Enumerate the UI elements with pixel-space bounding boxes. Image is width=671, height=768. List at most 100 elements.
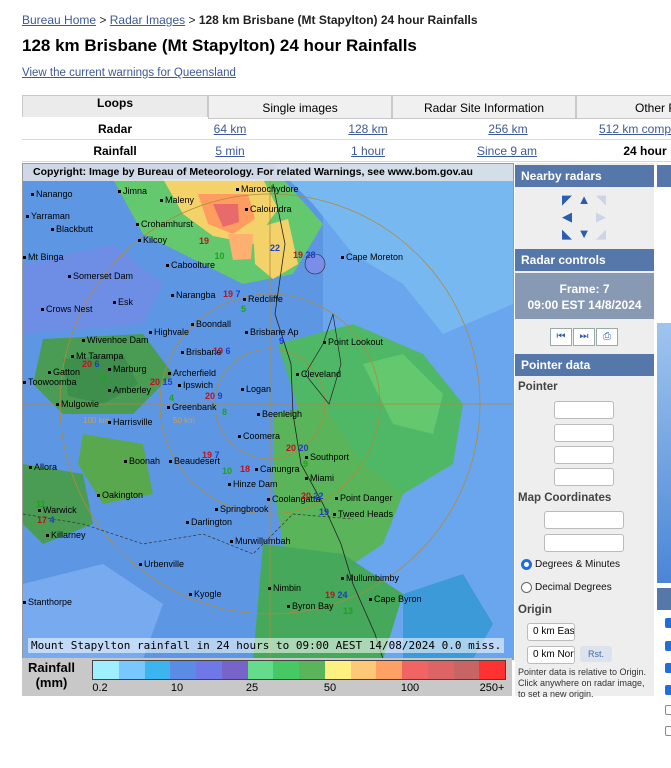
obs-marker: 0 bbox=[101, 374, 107, 384]
place-label: Mt Binga bbox=[23, 252, 64, 262]
obs-marker: 20 9 bbox=[205, 391, 223, 401]
rainfall-5min-link[interactable]: 5 min bbox=[208, 140, 252, 162]
pointer-field bbox=[554, 446, 614, 464]
place-label: Boondall bbox=[191, 319, 231, 329]
obs-marker: 4 bbox=[169, 393, 175, 403]
print-icon[interactable]: ⎙ bbox=[596, 328, 618, 346]
place-label: Tweed Heads bbox=[333, 509, 393, 519]
place-label: Nimbin bbox=[268, 583, 301, 593]
legend-tick: 100 bbox=[400, 682, 420, 694]
rainfall-since9am-link[interactable]: Since 9 am bbox=[474, 140, 540, 162]
place-label: Harrisville bbox=[108, 417, 153, 427]
place-label: Cleveland bbox=[296, 369, 341, 379]
pointer-field bbox=[554, 401, 614, 419]
arrow-east-icon: ▶ bbox=[596, 209, 606, 224]
radar-row-label: Radar bbox=[97, 122, 132, 136]
rainfall-row-label: Rainfall bbox=[93, 144, 137, 158]
place-label: Somerset Dam bbox=[68, 271, 133, 281]
radar-128km-link[interactable]: 128 km bbox=[342, 118, 394, 140]
degrees-minutes-radio[interactable]: Degrees & Minutes bbox=[521, 559, 620, 570]
origin-north-field[interactable]: 0 km North bbox=[527, 646, 575, 664]
legend-tick: 50 bbox=[323, 682, 337, 694]
clipped-checkbox[interactable] bbox=[665, 618, 671, 628]
arrow-northwest-icon[interactable]: ◤ bbox=[560, 193, 574, 207]
legend-color-swatch bbox=[324, 661, 351, 679]
tab-radar-site-information[interactable]: Radar Site Information bbox=[392, 95, 576, 119]
map-coordinates-label: Map Coordinates bbox=[518, 492, 612, 504]
obs-marker: 10 bbox=[222, 466, 233, 476]
obs-marker: 22 bbox=[270, 243, 281, 253]
radar-256km-link[interactable]: 256 km bbox=[482, 118, 534, 140]
obs-marker: 19 bbox=[319, 507, 330, 517]
place-label: Narangba bbox=[171, 290, 216, 300]
next-frame-icon[interactable]: ⏭ bbox=[573, 328, 595, 346]
obs-marker: 9 bbox=[279, 336, 285, 346]
place-label: Crohamhurst bbox=[136, 219, 193, 229]
legend-color-swatch bbox=[170, 661, 196, 679]
warnings-link[interactable]: View the current warnings for Queensland bbox=[22, 67, 236, 79]
clipped-checkbox[interactable] bbox=[665, 663, 671, 673]
place-label: Byron Bay bbox=[287, 601, 334, 611]
clipped-checkbox[interactable] bbox=[665, 685, 671, 695]
radar-image[interactable]: Copyright: Image by Bureau of Meteorolog… bbox=[22, 163, 514, 660]
radar-range-row: Radar 64 km 128 km 256 km 512 km compo bbox=[22, 118, 671, 140]
view-tabs: Loops Single images Radar Site Informati… bbox=[22, 95, 671, 119]
map-copyright: Copyright: Image by Bureau of Meteorolog… bbox=[23, 164, 513, 181]
rainfall-24hour-selected: 24 hour bbox=[623, 144, 667, 158]
origin-east-field[interactable]: 0 km East bbox=[527, 623, 575, 641]
breadcrumb-home-link[interactable]: Bureau Home bbox=[22, 13, 96, 27]
legend-color-swatch bbox=[221, 661, 248, 679]
pointer-data-panel: Pointer data bbox=[515, 354, 654, 376]
breadcrumb-separator: > bbox=[99, 13, 107, 27]
radar-controls-header: Radar controls bbox=[515, 249, 654, 271]
place-label: Ipswich bbox=[178, 380, 213, 390]
rainfall-1hour-link[interactable]: 1 hour bbox=[342, 140, 394, 162]
place-label: Crows Nest bbox=[41, 304, 93, 314]
breadcrumb: Bureau Home > Radar Images > 128 km Bris… bbox=[22, 13, 478, 27]
place-label: Caloundra bbox=[245, 204, 292, 214]
tab-loops[interactable]: Loops bbox=[22, 95, 208, 117]
radar-512km-link[interactable]: 512 km compo bbox=[599, 118, 671, 140]
obs-marker: 17 4 bbox=[37, 515, 55, 525]
pointer-field bbox=[554, 468, 614, 486]
legend-color-swatch bbox=[144, 661, 171, 679]
radar-64km-link[interactable]: 64 km bbox=[208, 118, 252, 140]
tab-other[interactable]: Other R bbox=[576, 95, 671, 119]
tab-single-images[interactable]: Single images bbox=[208, 95, 392, 119]
map-caption: Mount Stapylton rainfall in 24 hours to … bbox=[28, 638, 505, 653]
decimal-degrees-radio[interactable]: Decimal Degrees bbox=[521, 582, 612, 593]
clipped-panel-header bbox=[657, 165, 671, 187]
clipped-checkbox[interactable] bbox=[665, 726, 671, 736]
breadcrumb-radar-images-link[interactable]: Radar Images bbox=[110, 13, 185, 27]
place-label: Allora bbox=[29, 462, 57, 472]
arrow-north-icon[interactable]: ▲ bbox=[577, 193, 591, 207]
reset-origin-button[interactable]: Rst. bbox=[580, 646, 612, 662]
arrow-southwest-icon[interactable]: ◣ bbox=[560, 227, 574, 241]
legend-color-swatch bbox=[273, 661, 299, 679]
previous-frame-icon[interactable]: ⏮ bbox=[550, 328, 572, 346]
legend-tick: 250+ bbox=[479, 682, 505, 694]
arrow-west-icon[interactable]: ◀ bbox=[560, 210, 574, 224]
place-label: Caboolture bbox=[166, 260, 215, 270]
ring-label-100km: 100 km bbox=[83, 416, 110, 425]
obs-marker: 11 bbox=[36, 499, 46, 509]
frame-display: Frame: 7 09:00 EST 14/8/2024 bbox=[515, 273, 654, 319]
clipped-checkbox[interactable] bbox=[665, 641, 671, 651]
place-label: Amberley bbox=[108, 385, 151, 395]
obs-marker: 9 bbox=[303, 459, 309, 469]
arrow-south-icon[interactable]: ▼ bbox=[577, 227, 591, 241]
pointer-data-header: Pointer data bbox=[515, 354, 654, 376]
place-label: Highvale bbox=[149, 327, 189, 337]
pointer-field bbox=[554, 424, 614, 442]
origin-label: Origin bbox=[518, 604, 552, 616]
legend-tick: 10 bbox=[170, 682, 184, 694]
radar-controls-panel: Radar controls bbox=[515, 249, 654, 271]
clipped-checkbox[interactable] bbox=[665, 705, 671, 715]
place-label: Springbrook bbox=[215, 504, 269, 514]
legend-color-swatch bbox=[453, 661, 480, 679]
place-label: Mullumbimby bbox=[341, 573, 399, 583]
ring-label-50km: 50 km bbox=[173, 416, 195, 425]
legend-color-swatch bbox=[118, 661, 145, 679]
place-label: Brisbane Ap bbox=[245, 327, 299, 337]
place-label: Toowoomba bbox=[23, 377, 77, 387]
